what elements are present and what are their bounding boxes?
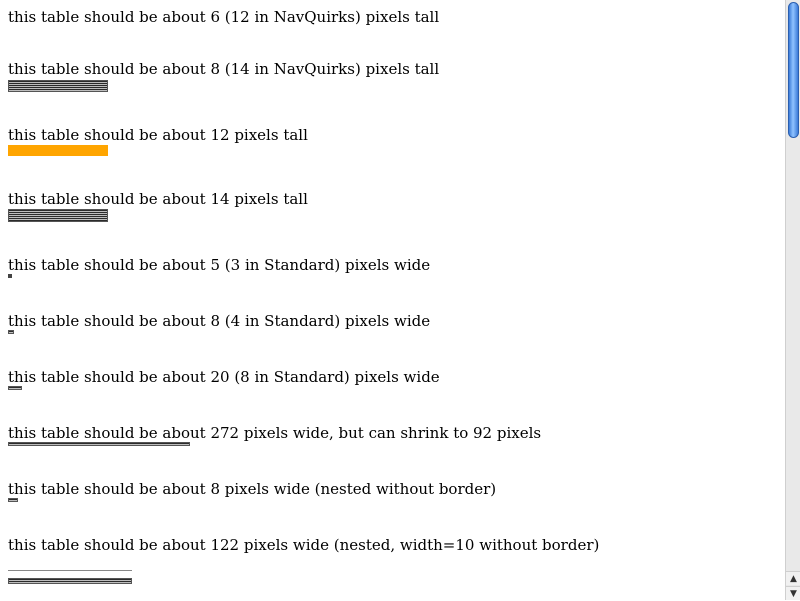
vertical-scrollbar[interactable]: ▲ ▼ — [785, 0, 800, 600]
test-table-orange — [8, 145, 108, 156]
text-line: this table should be about 6 (12 in NavQ… — [8, 8, 440, 26]
scrollbar-thumb[interactable] — [788, 2, 799, 138]
text-line: this table should be about 5 (3 in Stand… — [8, 256, 431, 274]
test-table — [8, 386, 22, 390]
text-line: this table should be about 8 (14 in NavQ… — [8, 60, 440, 78]
page-content: this table should be about 6 (12 in NavQ… — [8, 0, 784, 600]
test-table — [8, 442, 190, 446]
test-table — [8, 80, 108, 92]
scroll-up-arrow-icon[interactable]: ▲ — [786, 571, 800, 585]
scroll-down-arrow-icon[interactable]: ▼ — [786, 586, 800, 600]
test-table — [8, 274, 12, 278]
text-line: this table should be about 20 (8 in Stan… — [8, 368, 440, 386]
test-table — [8, 578, 132, 584]
test-table — [8, 498, 18, 502]
text-line: this table should be about 14 pixels tal… — [8, 190, 308, 208]
text-line: this table should be about 8 pixels wide… — [8, 480, 497, 498]
text-line: this table should be about 122 pixels wi… — [8, 536, 600, 554]
text-line: this table should be about 12 pixels tal… — [8, 126, 308, 144]
test-table — [8, 209, 108, 222]
test-table — [8, 330, 14, 334]
text-line: this table should be about 8 (4 in Stand… — [8, 312, 431, 330]
text-line: this table should be about 272 pixels wi… — [8, 424, 542, 442]
table-border-line — [8, 570, 132, 571]
